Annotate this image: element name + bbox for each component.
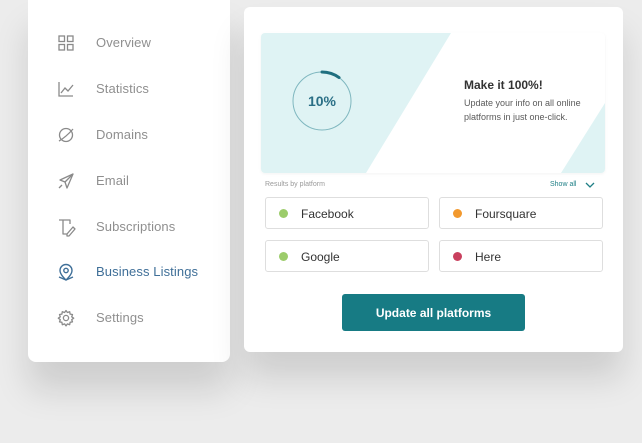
results-label: Results by platform	[265, 181, 325, 188]
sidebar-item-email[interactable]: Email	[28, 164, 230, 198]
banner-description: Update your info on all online platforms…	[464, 98, 581, 122]
platform-foursquare[interactable]: Foursquare	[439, 197, 603, 229]
status-dot	[279, 209, 288, 218]
sidebar-item-subscriptions[interactable]: Subscriptions	[28, 210, 230, 244]
globe-icon	[56, 125, 76, 145]
chevron-down-icon	[586, 182, 595, 188]
sidebar-item-domains[interactable]: Domains	[28, 118, 230, 152]
sidebar-item-business-listings[interactable]: Business Listings	[28, 255, 230, 289]
sidebar-item-label: Subscriptions	[96, 219, 176, 234]
platform-name: Here	[475, 250, 502, 264]
sidebar-item-settings[interactable]: Settings	[28, 301, 230, 335]
show-all-button[interactable]: Show all	[550, 181, 595, 188]
status-dot	[453, 252, 462, 261]
status-dot	[453, 209, 462, 218]
chart-icon	[56, 79, 76, 99]
platform-here[interactable]: Here	[439, 240, 603, 272]
platform-name: Foursquare	[475, 207, 537, 221]
platform-name: Google	[301, 250, 340, 264]
sidebar-item-statistics[interactable]: Statistics	[28, 72, 230, 106]
sidebar: Overview Statistics Domains Email Subscr…	[28, 0, 230, 362]
platform-facebook[interactable]: Facebook	[265, 197, 429, 229]
platform-name: Facebook	[301, 207, 354, 221]
sidebar-item-label: Email	[96, 173, 130, 188]
map-pin-icon	[56, 262, 76, 282]
banner-title: Make it 100%!	[464, 78, 543, 92]
gear-icon	[56, 308, 76, 328]
business-listings-card: 10% Make it 100%! Update your info on al…	[244, 7, 623, 352]
grid-icon	[56, 33, 76, 53]
show-all-label: Show all	[550, 181, 577, 188]
status-dot	[279, 252, 288, 261]
update-all-platforms-button[interactable]: Update all platforms	[342, 294, 525, 331]
sidebar-item-label: Business Listings	[96, 264, 199, 279]
sidebar-item-label: Overview	[96, 35, 151, 50]
platform-google[interactable]: Google	[265, 240, 429, 272]
sidebar-item-label: Settings	[96, 310, 144, 325]
document-pen-icon	[56, 217, 76, 237]
sidebar-item-label: Statistics	[96, 81, 150, 96]
progress-percent: 10%	[307, 93, 337, 109]
sidebar-item-overview[interactable]: Overview	[28, 26, 230, 60]
sidebar-item-label: Domains	[96, 127, 148, 142]
profile-completion-banner: 10% Make it 100%! Update your info on al…	[261, 33, 605, 173]
send-icon	[56, 171, 76, 191]
